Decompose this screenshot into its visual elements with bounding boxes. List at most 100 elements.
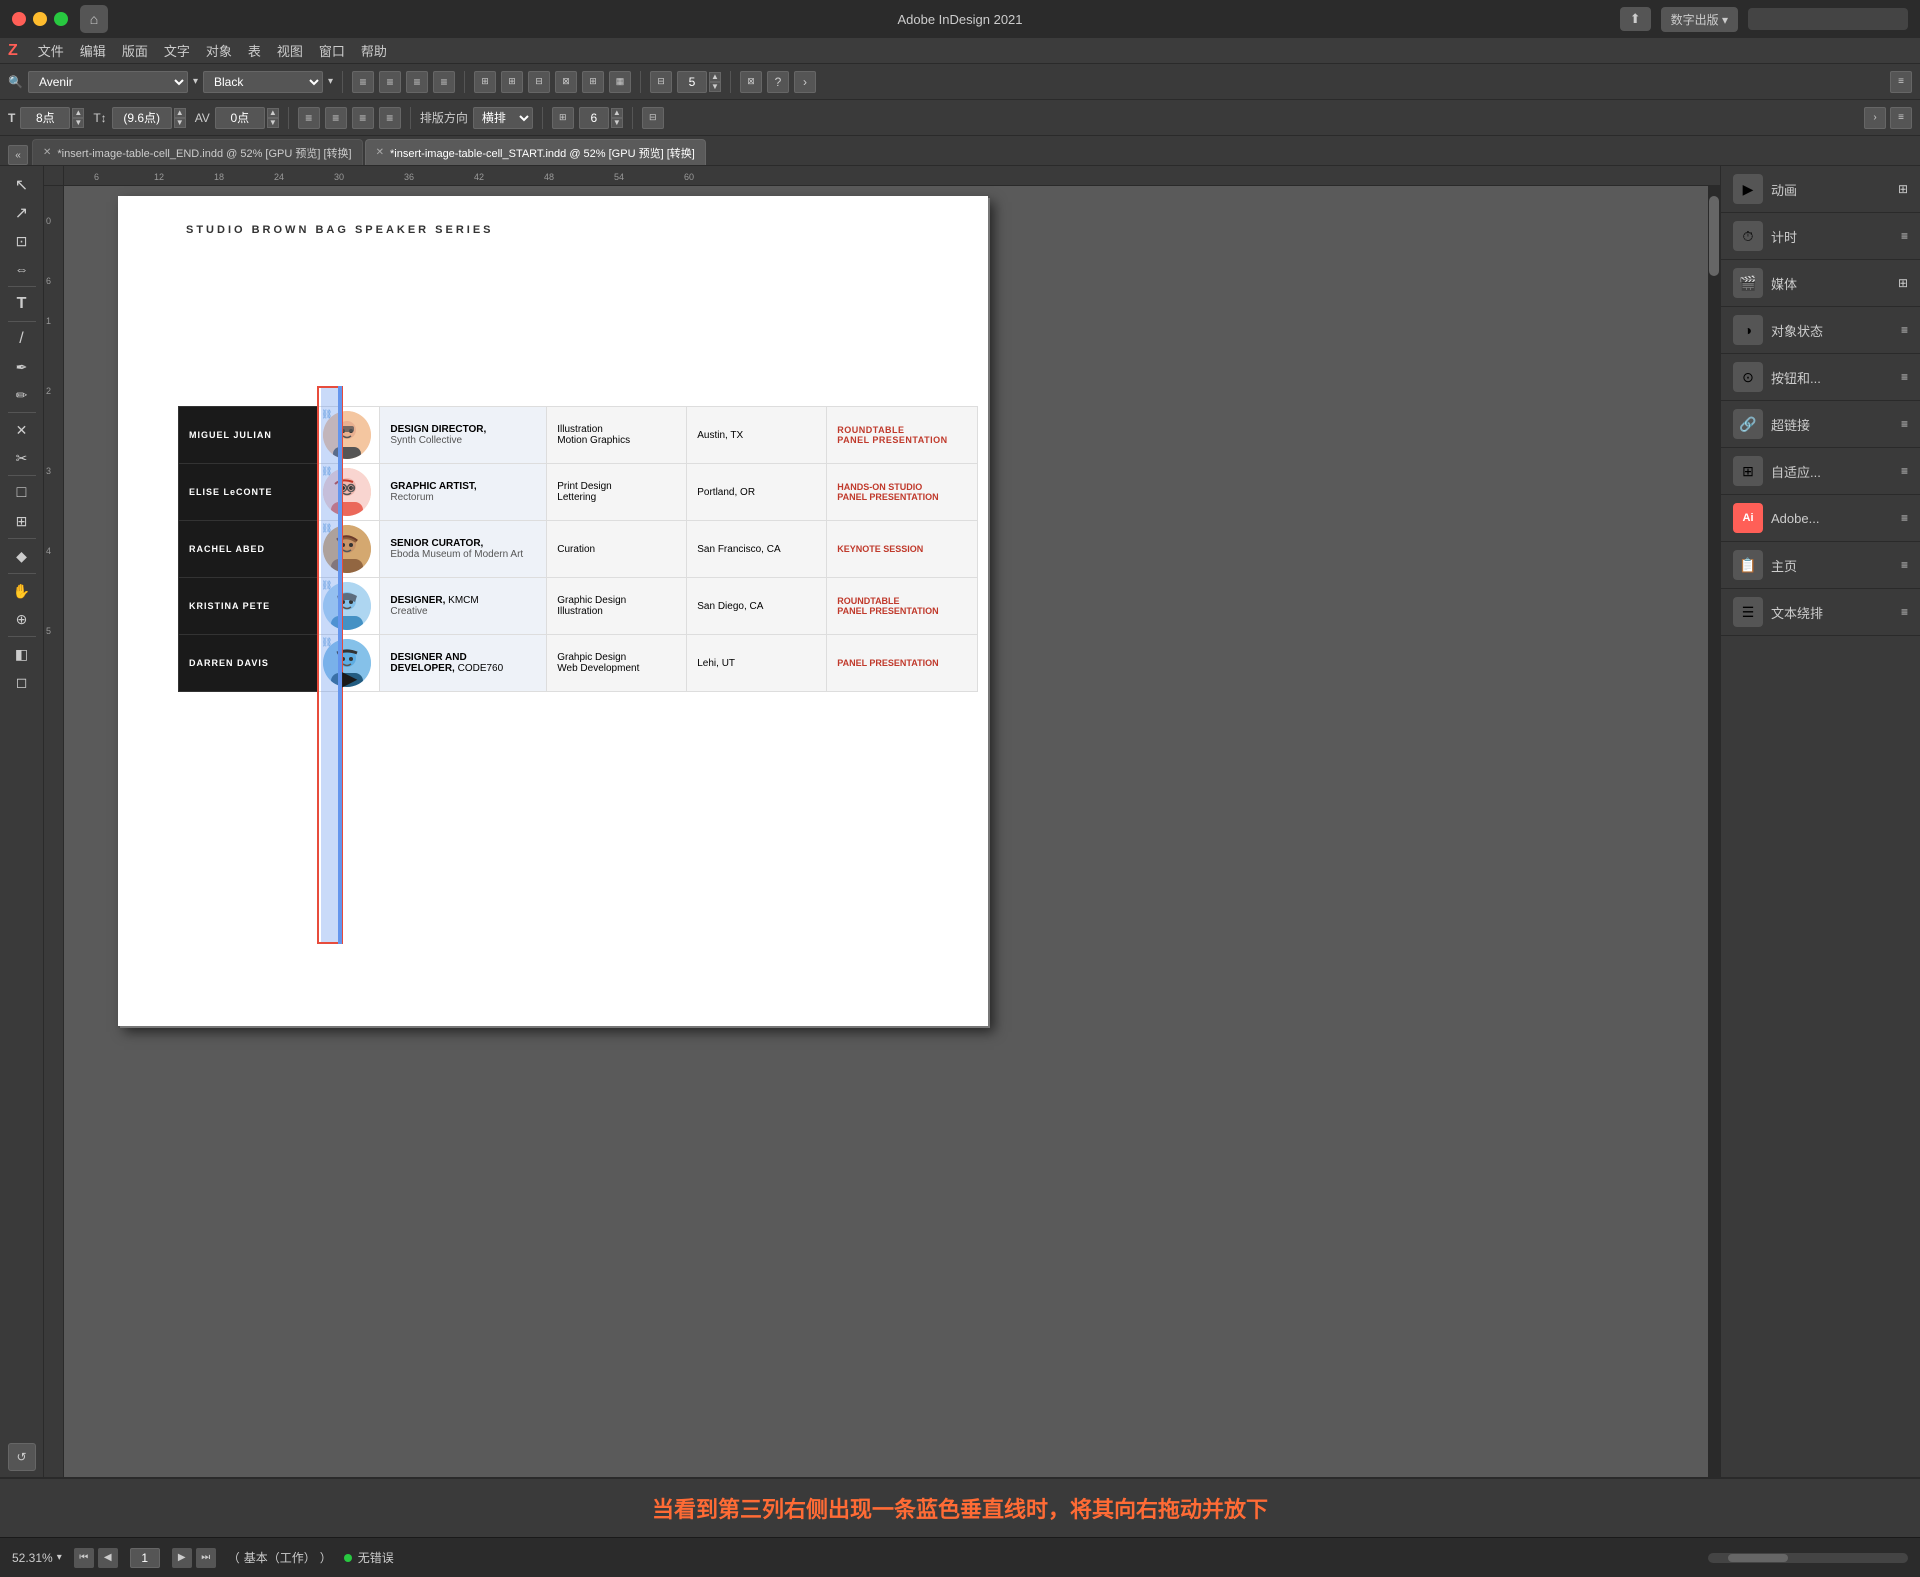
font-style-select[interactable]: Black: [203, 71, 323, 93]
page-tool[interactable]: ⊡: [6, 228, 38, 254]
expand2-icon[interactable]: ≡: [1890, 107, 1912, 129]
panel-item-text-wrap[interactable]: ☰ 文本绕排 ≡: [1721, 589, 1920, 636]
expand-icon[interactable]: ≡: [1890, 71, 1912, 93]
digital-pub-button[interactable]: 数字出版 ▾: [1661, 7, 1738, 32]
grid-btn4[interactable]: ⊠: [555, 71, 577, 93]
pencil-tool[interactable]: ✏: [6, 382, 38, 408]
chevron-btn[interactable]: ›: [794, 71, 816, 93]
grid-btn6[interactable]: ▦: [609, 71, 631, 93]
kerning-down[interactable]: ▼: [267, 118, 279, 128]
fontsize-up[interactable]: ▲: [72, 108, 84, 118]
font-size-input[interactable]: [20, 107, 70, 129]
grid-btn2[interactable]: ⊞: [501, 71, 523, 93]
home-button[interactable]: ⌂: [80, 5, 108, 33]
panel-item-animation[interactable]: ▶ 动画 ⊞: [1721, 166, 1920, 213]
rows-down[interactable]: ▼: [611, 118, 623, 128]
menu-edit[interactable]: 编辑: [80, 41, 106, 60]
maximize-button[interactable]: [54, 12, 68, 26]
photo-cell[interactable]: ⛓: [318, 578, 379, 635]
fontsize-down[interactable]: ▼: [72, 118, 84, 128]
kerning-input[interactable]: [215, 107, 265, 129]
panel-item-media[interactable]: 🎬 媒体 ⊞: [1721, 260, 1920, 307]
question-btn[interactable]: ?: [767, 71, 789, 93]
page-input[interactable]: [130, 1548, 160, 1568]
orientation-select[interactable]: 横排: [473, 107, 533, 129]
rows-up[interactable]: ▲: [611, 108, 623, 118]
font-family-select[interactable]: Avenir: [28, 71, 188, 93]
grid-btn5[interactable]: ⊞: [582, 71, 604, 93]
hand-tool[interactable]: ✋: [6, 578, 38, 604]
cols-up[interactable]: ▲: [709, 72, 721, 82]
rows-value[interactable]: [579, 107, 609, 129]
tab-1[interactable]: ✕ *insert-image-table-cell_END.indd @ 52…: [32, 139, 363, 165]
nav-prev[interactable]: ◀: [98, 1548, 118, 1568]
para-align1[interactable]: ≡: [298, 107, 320, 129]
photo-cell[interactable]: ⛓: [318, 407, 379, 464]
panel-toggle[interactable]: ›: [1864, 107, 1886, 129]
kerning-up[interactable]: ▲: [267, 108, 279, 118]
panel-item-timer[interactable]: ⏱ 计时 ≡: [1721, 213, 1920, 260]
share-button[interactable]: ⬆: [1620, 7, 1651, 31]
color-swatch-tool[interactable]: ◆: [6, 543, 38, 569]
menu-object[interactable]: 对象: [206, 41, 232, 60]
vertical-scrollbar[interactable]: [1708, 186, 1720, 1477]
para-align4[interactable]: ≡: [379, 107, 401, 129]
tab-2[interactable]: ✕ *insert-image-table-cell_START.indd @ …: [365, 139, 706, 165]
cols-value[interactable]: [677, 71, 707, 93]
rotate-icon[interactable]: ↺: [8, 1443, 36, 1471]
leading-down[interactable]: ▼: [174, 118, 186, 128]
close-button[interactable]: [12, 12, 26, 26]
gap-tool[interactable]: ⇔: [6, 256, 38, 282]
panel-item-object-state[interactable]: ◑ 对象状态 ≡: [1721, 307, 1920, 354]
collapse-left[interactable]: «: [8, 145, 28, 165]
cols-down[interactable]: ▼: [709, 82, 721, 92]
panel-item-adaptive[interactable]: ⊞ 自适应... ≡: [1721, 448, 1920, 495]
search-input[interactable]: [1748, 8, 1908, 30]
panel-item-master[interactable]: 📋 主页 ≡: [1721, 542, 1920, 589]
panel-item-hyperlink[interactable]: 🔗 超链接 ≡: [1721, 401, 1920, 448]
nav-prev-prev[interactable]: ⏮: [74, 1548, 94, 1568]
blend-tool[interactable]: ✕: [6, 417, 38, 443]
leading-input[interactable]: [112, 107, 172, 129]
line-tool[interactable]: /: [6, 326, 38, 352]
menu-layout[interactable]: 版面: [122, 41, 148, 60]
photo-cell[interactable]: ⛓: [318, 635, 379, 692]
direct-select-tool[interactable]: ↗: [6, 200, 38, 226]
mode-tool[interactable]: ◻: [6, 669, 38, 695]
nav-next[interactable]: ▶: [172, 1548, 192, 1568]
fg-bg-tool[interactable]: ◧: [6, 641, 38, 667]
menu-help[interactable]: 帮助: [361, 41, 387, 60]
grid-btn3[interactable]: ⊟: [528, 71, 550, 93]
para-align2[interactable]: ≡: [325, 107, 347, 129]
free-transform-tool[interactable]: ⊞: [6, 508, 38, 534]
nav-next-next[interactable]: ⏭: [196, 1548, 216, 1568]
grid-btn1[interactable]: ⊞: [474, 71, 496, 93]
document-page[interactable]: STUDIO BROWN BAG SPEAKER SERIES MIGUEL J…: [118, 196, 988, 1026]
scrollbar-thumb[interactable]: [1709, 196, 1719, 276]
para-align3[interactable]: ≡: [352, 107, 374, 129]
align-right-btn[interactable]: ≡: [406, 71, 428, 93]
zoom-tool[interactable]: ⊕: [6, 606, 38, 632]
photo-cell[interactable]: ⛓: [318, 521, 379, 578]
type-tool[interactable]: T: [6, 291, 38, 317]
menu-text[interactable]: 文字: [164, 41, 190, 60]
align-justify-btn[interactable]: ≡: [433, 71, 455, 93]
select-tool[interactable]: ↖: [6, 172, 38, 198]
menu-view[interactable]: 视图: [277, 41, 303, 60]
menu-file[interactable]: 文件: [38, 41, 64, 60]
scrollbar-h[interactable]: [1708, 1553, 1908, 1563]
align-center-btn[interactable]: ≡: [379, 71, 401, 93]
align-left-btn[interactable]: ≡: [352, 71, 374, 93]
profile-selector[interactable]: （ 基本（工作） ）: [228, 1549, 332, 1566]
menu-table[interactable]: 表: [248, 41, 261, 60]
scissors-tool[interactable]: ✂: [6, 445, 38, 471]
minimize-button[interactable]: [33, 12, 47, 26]
tab-2-close[interactable]: ✕: [376, 147, 384, 158]
panel-item-buttons[interactable]: ⊙ 按钮和... ≡: [1721, 354, 1920, 401]
leading-up[interactable]: ▲: [174, 108, 186, 118]
photo-cell[interactable]: ⛓: [318, 464, 379, 521]
tab-1-close[interactable]: ✕: [43, 147, 51, 158]
rect-tool[interactable]: □: [6, 480, 38, 506]
menu-window[interactable]: 窗口: [319, 41, 345, 60]
panel-item-adobe[interactable]: Ai Adobe... ≡: [1721, 495, 1920, 542]
